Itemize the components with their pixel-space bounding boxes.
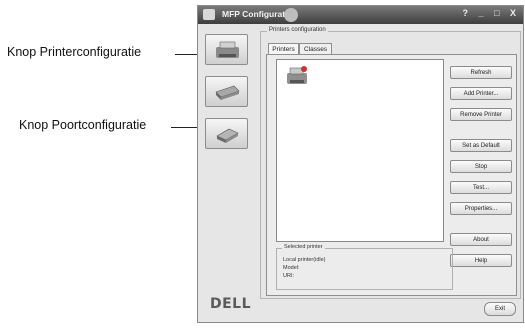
title-badge-icon xyxy=(284,8,298,22)
title-bar[interactable]: MFP Configurator ? _ □ X xyxy=(198,6,523,24)
refresh-button[interactable]: Refresh xyxy=(450,66,512,79)
window-title: MFP Configurator xyxy=(222,9,294,19)
window-controls[interactable]: ? _ □ X xyxy=(463,8,520,18)
selected-printer-status: Local printer(idle) xyxy=(283,257,326,263)
port-config-callout: Knop Poortconfiguratie xyxy=(19,118,147,132)
printers-tab-panel: Refresh Add Printer... Remove Printer Se… xyxy=(266,54,517,296)
port-icon xyxy=(216,128,239,143)
scanner-icon xyxy=(215,85,240,100)
set-as-default-button[interactable]: Set as Default xyxy=(450,139,512,152)
printer-icon xyxy=(216,41,239,58)
selected-printer-uri: URI: xyxy=(283,273,294,279)
selected-printer-model: Model: xyxy=(283,265,300,271)
port-configuration-button[interactable] xyxy=(205,118,248,149)
selected-printer-group: Selected printer Local printer(idle) Mod… xyxy=(276,244,453,290)
printers-configuration-group: Printers configuration Printers Classes … xyxy=(260,27,521,299)
printer-config-callout: Knop Printerconfiguratie xyxy=(7,45,142,59)
scanner-configuration-button[interactable] xyxy=(205,76,248,107)
add-printer-button[interactable]: Add Printer... xyxy=(450,87,512,100)
selected-printer-label: Selected printer xyxy=(282,244,325,250)
dell-logo: DELL xyxy=(210,296,252,312)
tab-classes[interactable]: Classes xyxy=(299,43,332,54)
properties-button[interactable]: Properties... xyxy=(450,202,512,215)
remove-printer-button[interactable]: Remove Printer xyxy=(450,108,512,121)
printer-list-item-icon[interactable] xyxy=(285,65,309,87)
group-label: Printers configuration xyxy=(267,27,328,33)
exit-button[interactable]: Exit xyxy=(484,302,516,316)
stop-button[interactable]: Stop xyxy=(450,160,512,173)
printer-configuration-button[interactable] xyxy=(205,34,248,65)
test-button[interactable]: Test... xyxy=(450,181,512,194)
mfp-configurator-window: MFP Configurator ? _ □ X DELL Printers c… xyxy=(197,5,524,323)
about-button[interactable]: About xyxy=(450,233,512,246)
printer-list[interactable] xyxy=(276,59,444,242)
help-button[interactable]: Help xyxy=(450,254,512,267)
app-icon xyxy=(203,9,215,20)
